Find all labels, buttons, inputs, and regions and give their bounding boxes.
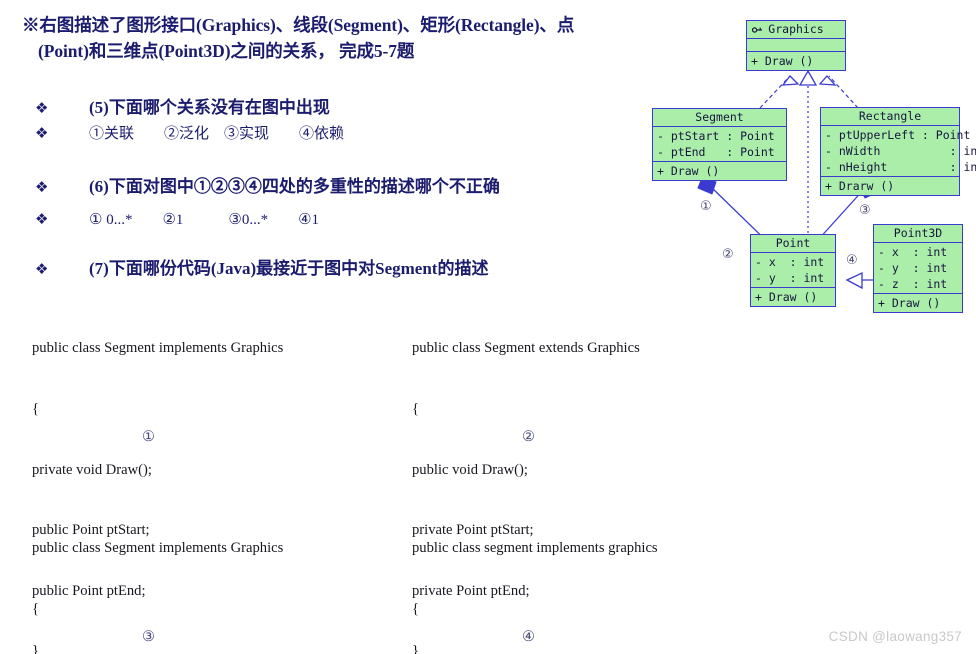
realization-triangle-point [798, 69, 818, 86]
uml-attribute: - y : int [878, 261, 948, 275]
uml-operation: + Draw () [755, 290, 818, 304]
uml-class-graphics-name: Graphics [768, 22, 824, 36]
code-line: { [32, 401, 40, 418]
question-6-options-row[interactable]: ❖ ① 0...* ②1 ③0...* ④1 [35, 208, 319, 229]
page-title-line1: ※右图描述了图形接口(Graphics)、线段(Segment)、矩形(Rect… [22, 15, 575, 35]
question-5-options[interactable]: ①关联 ②泛化 ③实现 ④依赖 [57, 122, 344, 143]
uml-class-rectangle-name: Rectangle [858, 109, 922, 123]
uml-class-graphics[interactable]: Graphics + Draw () [746, 20, 846, 71]
watermark-label: CSDN @laowang357 [828, 629, 962, 644]
code-line: { [32, 601, 40, 618]
question-5-options-row[interactable]: ❖ ①关联 ②泛化 ③实现 ④依赖 [35, 122, 344, 143]
code-line: public class Segment extends Graphics [412, 340, 640, 357]
realization-line-rectangle [828, 75, 859, 109]
uml-class-rectangle[interactable]: Rectangle - ptUpperLeft : Point - nWidth… [820, 107, 976, 196]
code-line: { [412, 401, 420, 418]
uml-marker-1: ① [700, 199, 712, 214]
uml-attribute: - x : int [878, 245, 948, 259]
question-6-prompt: (6)下面对图中①②③④四处的多重性的描述哪个不正确 [89, 177, 500, 196]
bullet-diamond-icon: ❖ [35, 210, 49, 228]
uml-class-segment-title: Segment [653, 109, 786, 127]
code-line: { [412, 601, 420, 618]
uml-class-rectangle-title: Rectangle [821, 108, 959, 126]
uml-class-rectangle-attrs: - ptUpperLeft : Point - nWidth : int - n… [821, 126, 976, 177]
uml-class-point3d-title: Point3D [874, 225, 962, 243]
generalization-triangle-point3d [845, 271, 863, 290]
question-6-prompt-row: ❖ (6)下面对图中①②③④四处的多重性的描述哪个不正确 [35, 172, 500, 197]
code-line: public class Segment implements Graphics [32, 540, 284, 557]
slide-canvas: ※右图描述了图形接口(Graphics)、线段(Segment)、矩形(Rect… [0, 0, 976, 654]
question-7-prompt-row: ❖ (7)下面哪份代码(Java)最接近于图中对Segment的描述 [35, 254, 488, 279]
question-6-options[interactable]: ① 0...* ②1 ③0...* ④1 [57, 208, 319, 229]
uml-attribute: - ptEnd : Point [657, 145, 775, 159]
bullet-diamond-icon: ❖ [35, 178, 49, 196]
code-choice-2-label: ② [522, 429, 536, 445]
code-line: private void Draw(); [32, 461, 152, 478]
uml-marker-2: ② [722, 247, 734, 262]
page-title: ※右图描述了图形接口(Graphics)、线段(Segment)、矩形(Rect… [22, 12, 687, 64]
bullet-diamond-icon: ❖ [35, 124, 49, 142]
code-line: public void Draw(); [412, 461, 528, 478]
uml-class-point3d-ops: + Draw () [874, 294, 962, 312]
uml-class-segment[interactable]: Segment - ptStart : Point - ptEnd : Poin… [652, 108, 787, 181]
uml-attribute: - ptStart : Point [657, 129, 775, 143]
code-choice-1-label: ① [142, 429, 156, 445]
uml-attribute: - nHeight : int [825, 160, 976, 174]
uml-class-segment-attrs: - ptStart : Point - ptEnd : Point [653, 127, 786, 162]
uml-class-graphics-title: Graphics [747, 21, 845, 39]
uml-class-point3d-attrs: - x : int - y : int - z : int [874, 243, 962, 294]
code-choice-3-label: ③ [142, 629, 156, 645]
uml-class-graphics-attrs [747, 39, 845, 52]
uml-operation: + Drarw () [825, 179, 895, 193]
code-choice-4-label: ④ [522, 629, 536, 645]
uml-class-graphics-ops: + Draw () [747, 52, 845, 70]
uml-class-segment-ops: + Draw () [653, 162, 786, 180]
uml-class-point3d-name: Point3D [893, 226, 943, 240]
uml-class-point-attrs: - x : int - y : int [751, 253, 835, 288]
uml-attribute: - z : int [878, 277, 948, 291]
uml-class-point3d[interactable]: Point3D - x : int - y : int - z : int + … [873, 224, 963, 313]
uml-marker-4: ④ [846, 253, 858, 268]
uml-marker-3: ③ [859, 203, 871, 218]
uml-class-point-title: Point [751, 235, 835, 253]
uml-attribute: - y : int [755, 271, 825, 285]
uml-attribute: - nWidth : int [825, 144, 976, 158]
uml-class-point-name: Point [775, 236, 811, 250]
question-7-prompt: (7)下面哪份代码(Java)最接近于图中对Segment的描述 [89, 259, 489, 278]
uml-class-point-ops: + Draw () [751, 288, 835, 306]
uml-operation: + Draw () [657, 164, 720, 178]
uml-operation: + Draw () [878, 296, 941, 310]
uml-operation: + Draw () [751, 54, 814, 68]
bullet-diamond-icon: ❖ [35, 99, 49, 117]
code-line: public class Segment implements Graphics [32, 340, 284, 357]
uml-class-rectangle-ops: + Drarw () [821, 177, 959, 195]
bullet-diamond-icon: ❖ [35, 260, 49, 278]
page-title-line2: (Point)和三维点(Point3D)之间的关系， 完成5-7题 [38, 41, 415, 61]
uml-class-segment-name: Segment [695, 110, 744, 124]
interface-key-icon [752, 27, 762, 33]
uml-class-point[interactable]: Point - x : int - y : int + Draw () [750, 234, 836, 307]
uml-class-diagram: Graphics + Draw () Segment - ptStart : P… [640, 8, 976, 328]
uml-attribute: - x : int [755, 255, 825, 269]
question-5-prompt-row: ❖ (5)下面哪个关系没有在图中出现 [35, 93, 330, 118]
question-5-prompt: (5)下面哪个关系没有在图中出现 [89, 98, 330, 117]
code-choice-3[interactable]: public class Segment implements Graphics… [32, 498, 283, 654]
code-line: public class segment implements graphics [412, 540, 658, 557]
uml-attribute: - ptUpperLeft : Point [825, 128, 971, 142]
